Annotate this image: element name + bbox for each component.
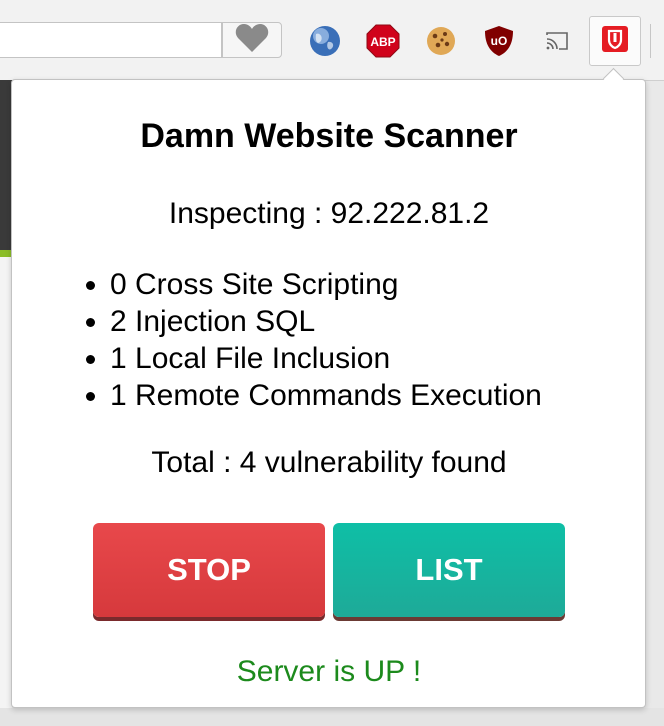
url-bar[interactable] [0,22,222,58]
toolbar-divider [650,24,651,58]
inspecting-target: Inspecting : 92.222.81.2 [168,197,490,230]
cast-icon[interactable] [540,24,574,58]
damn-scanner-icon [601,25,629,58]
globe-icon[interactable] [308,24,342,58]
ublock-origin-icon[interactable]: uO [482,24,516,58]
stop-button[interactable]: STOP [93,523,325,617]
list-button[interactable]: LIST [333,523,565,617]
total-vulnerabilities: Total : 4 vulnerability found [151,446,507,479]
list-item: 0 Cross Site Scripting [110,266,542,303]
bookmark-button[interactable] [222,22,282,58]
popup-title: Damn Website Scanner [140,117,518,155]
svg-text:uO: uO [491,34,508,48]
page-background-bottom [0,708,664,726]
damn-scanner-extension-button[interactable] [589,16,641,66]
vulnerability-list: 0 Cross Site Scripting 2 Injection SQL 1… [80,266,542,414]
cookie-icon[interactable] [424,24,458,58]
server-status: Server is UP ! [236,655,422,688]
list-item: 1 Remote Commands Execution [110,377,542,414]
list-item: 1 Local File Inclusion [110,340,542,377]
list-item: 2 Injection SQL [110,303,542,340]
svg-text:ABP: ABP [370,35,395,49]
browser-toolbar: ABP uO [0,0,664,81]
heart-icon [235,23,269,58]
adblock-plus-icon[interactable]: ABP [366,24,400,58]
